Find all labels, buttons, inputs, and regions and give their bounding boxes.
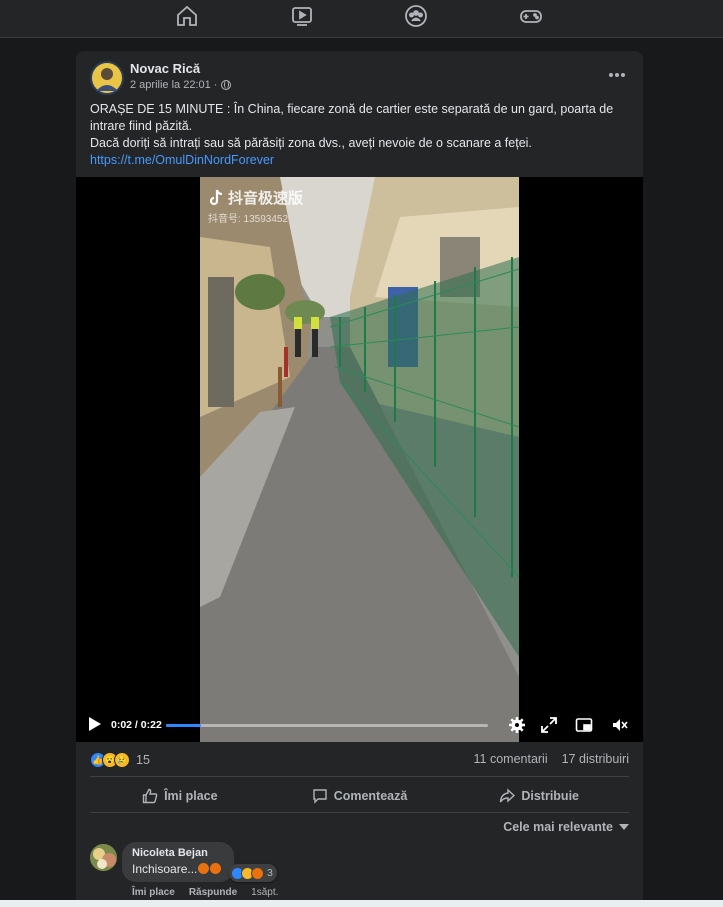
video-time: 0:02 / 0:22 bbox=[111, 719, 162, 731]
comment-age[interactable]: 1săpt. bbox=[251, 887, 278, 898]
groups-icon[interactable] bbox=[404, 4, 428, 28]
post-text-line: ORAȘE DE 15 MINUTE : În China, fiecare z… bbox=[90, 102, 614, 133]
angry-emoji-icon bbox=[210, 863, 222, 874]
thumbs-up-icon bbox=[142, 788, 158, 804]
reaction-count: 15 bbox=[136, 753, 150, 767]
like-button-label: Îmi place bbox=[164, 789, 218, 803]
share-arrow-icon bbox=[500, 788, 516, 803]
comment-sort-dropdown[interactable]: Cele mai relevante bbox=[503, 820, 629, 834]
home-icon[interactable] bbox=[175, 4, 199, 28]
video-player[interactable]: 抖音极速版 抖音号: 13593452 0:02 / 0:22 bbox=[76, 177, 643, 742]
watch-icon[interactable] bbox=[290, 4, 314, 28]
share-button-label: Distribuie bbox=[521, 789, 579, 803]
commenter-avatar[interactable] bbox=[90, 844, 117, 871]
chevron-down-icon bbox=[619, 824, 629, 830]
comment-like-link[interactable]: Îmi place bbox=[132, 887, 175, 898]
play-icon[interactable] bbox=[88, 716, 102, 732]
reactions-summary[interactable]: 👍 😮 😢 15 bbox=[90, 751, 150, 769]
post-card: Novac Rică 2 aprilie la 22:01 · ORAȘE DE… bbox=[76, 51, 643, 907]
divider bbox=[90, 812, 629, 813]
author-avatar[interactable] bbox=[90, 61, 124, 95]
post-timestamp[interactable]: 2 aprilie la 22:01 · bbox=[130, 79, 217, 91]
sort-label: Cele mai relevante bbox=[503, 820, 613, 834]
engagement-counts: 11 comentarii 17 distribuiri bbox=[474, 752, 630, 766]
comment-author[interactable]: Nicoleta Bejan bbox=[132, 847, 224, 859]
comment-button[interactable]: Comentează bbox=[270, 781, 450, 811]
watermark-text: 抖音极速版 bbox=[228, 190, 304, 207]
sad-reaction-icon: 😢 bbox=[114, 752, 130, 768]
more-options-button[interactable] bbox=[605, 63, 629, 87]
post-link[interactable]: https://t.me/OmulDinNordForever bbox=[90, 152, 630, 169]
picture-in-picture-icon[interactable] bbox=[575, 716, 593, 734]
post-author[interactable]: Novac Rică bbox=[130, 61, 200, 76]
video-frame bbox=[200, 177, 519, 742]
comment-count[interactable]: 11 comentarii bbox=[474, 752, 548, 766]
angry-reaction-icon bbox=[251, 866, 264, 880]
video-watermark: 抖音极速版 bbox=[208, 187, 303, 208]
globe-icon bbox=[221, 80, 232, 90]
comment-bubble-icon bbox=[312, 789, 327, 804]
bottom-strip bbox=[0, 900, 723, 907]
volume-muted-icon[interactable] bbox=[611, 716, 629, 734]
divider bbox=[90, 776, 629, 777]
angry-emoji-icon bbox=[198, 863, 210, 874]
tiktok-logo-icon bbox=[209, 189, 223, 205]
comment-text-line: Inchisoare... bbox=[132, 862, 224, 876]
gaming-icon[interactable] bbox=[519, 4, 543, 28]
video-controls: 0:02 / 0:22 bbox=[76, 711, 643, 739]
share-count[interactable]: 17 distribuiri bbox=[562, 752, 629, 766]
video-progress-bar[interactable] bbox=[166, 724, 488, 727]
watermark-id: 抖音号: 13593452 bbox=[208, 214, 289, 225]
comment-text: Inchisoare... bbox=[132, 862, 198, 876]
comment-reactions[interactable]: 3 bbox=[229, 864, 277, 882]
post-body: ORAȘE DE 15 MINUTE : În China, fiecare z… bbox=[90, 101, 630, 169]
fullscreen-icon[interactable] bbox=[540, 716, 558, 734]
post-meta: 2 aprilie la 22:01 · bbox=[130, 79, 232, 91]
post-text-line: Dacă doriți să intrați sau să părăsiți z… bbox=[90, 136, 532, 150]
video-progress-fill bbox=[166, 724, 202, 727]
comment-reply-link[interactable]: Răspunde bbox=[189, 887, 237, 898]
comment-button-label: Comentează bbox=[333, 789, 408, 803]
post-actions: Îmi place Comentează Distribuie bbox=[90, 781, 629, 811]
settings-gear-icon[interactable] bbox=[508, 716, 526, 734]
comment-actions: Îmi place Răspunde 1săpt. bbox=[132, 887, 278, 898]
top-navigation bbox=[0, 0, 723, 38]
comment-reaction-count: 3 bbox=[267, 867, 273, 879]
comment-bubble: Nicoleta Bejan Inchisoare... bbox=[122, 842, 234, 882]
like-button[interactable]: Îmi place bbox=[90, 781, 270, 811]
share-button[interactable]: Distribuie bbox=[449, 781, 629, 811]
